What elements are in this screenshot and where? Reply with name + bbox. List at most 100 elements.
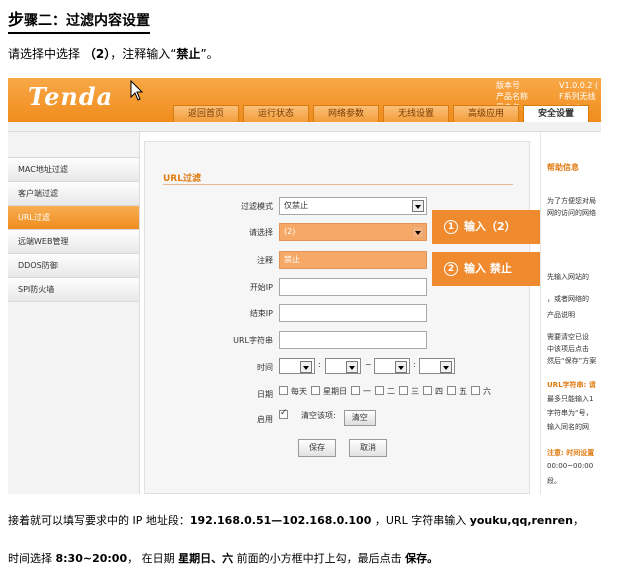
tab-home[interactable]: 返回首页 <box>173 105 239 123</box>
start-ip-input[interactable] <box>279 278 427 296</box>
chevron-down-icon <box>412 226 424 238</box>
start-minute-select[interactable] <box>325 358 361 374</box>
checkbox-monday[interactable] <box>351 386 360 395</box>
tenda-logo: Tenda <box>28 82 114 111</box>
checkbox-saturday[interactable] <box>471 386 480 395</box>
sidebar-item-remote-web[interactable]: 远端WEB管理 <box>8 230 139 254</box>
checkbox-everyday[interactable] <box>279 386 288 395</box>
help-line: ，或者网络的 <box>547 295 589 303</box>
help-line: URL字符串: 请 <box>547 381 596 389</box>
save-button[interactable]: 保存 <box>298 439 336 457</box>
checkbox-tuesday[interactable] <box>375 386 384 395</box>
step-title-first-char: 步 <box>8 10 25 29</box>
sidebar-item-client-filter[interactable]: 客户端过滤 <box>8 182 139 206</box>
row-end-ip: 结束IP <box>145 304 531 324</box>
step-title-rest: 骤二：过滤内容设置 <box>24 13 151 29</box>
day-label-everyday: 每天 <box>291 387 307 396</box>
sidebar-item-spi-firewall[interactable]: SPI防火墙 <box>8 278 139 302</box>
clear-button[interactable]: 清空 <box>343 410 376 426</box>
checkbox-thursday[interactable] <box>423 386 432 395</box>
day-label-tuesday: 二 <box>387 387 395 396</box>
help-line: 网的访问的网络 <box>547 209 596 217</box>
select-label: 请选择 <box>249 228 273 237</box>
line2-mid: ， 在日期 <box>127 552 179 565</box>
end-hour-select[interactable] <box>374 358 410 374</box>
help-line: 最多只能输入1 <box>547 395 594 403</box>
bottom-instruction-line-1: 接着就可以填写要求中的 IP 地址段：192.168.0.51—102.168.… <box>8 512 584 528</box>
callout-number-2: 2 <box>444 262 458 276</box>
help-line: 00:00~00:00 <box>547 462 594 470</box>
day-label-wednesday: 三 <box>411 387 419 396</box>
instruction-bold-note: 禁止 <box>176 47 201 61</box>
sidebar-item-mac-filter[interactable]: MAC地址过滤 <box>8 158 139 182</box>
tab-security[interactable]: 安全设置 <box>523 105 589 123</box>
help-panel: 帮助信息 为了方便您对局 网的访问的网络 先输入网站的 ，或者网络的 产品说明 … <box>540 132 601 494</box>
line2-days: 星期日、六 <box>178 552 234 565</box>
enable-controls: 清空该项: 清空 <box>279 408 376 426</box>
tab-wireless[interactable]: 无线设置 <box>383 105 449 123</box>
nav-strip <box>8 122 601 132</box>
day-label-friday: 五 <box>459 387 467 396</box>
callout-number-1: 1 <box>444 220 458 234</box>
help-line: 先输入网站的 <box>547 273 589 281</box>
time-tilde: ~ <box>365 360 372 369</box>
url-string-label: URL字符串 <box>233 336 273 345</box>
help-line: 输入同名的网 <box>547 423 589 431</box>
row-time: 时间 : ~ : <box>145 358 531 378</box>
help-line: 中该项后点击 <box>547 345 589 353</box>
panel-title-divider <box>163 184 513 185</box>
day-label-sunday: 星期日 <box>323 387 347 396</box>
line2-pre: 时间选择 <box>8 552 56 565</box>
chevron-down-icon <box>440 361 452 373</box>
filter-mode-select[interactable]: 仅禁止 <box>279 197 427 215</box>
time-colon-2: : <box>413 360 416 369</box>
checkbox-friday[interactable] <box>447 386 456 395</box>
instruction-text: 请选择中选择 （2），注释输入“禁止”。 <box>8 45 219 62</box>
rule-select[interactable]: (2) <box>279 223 427 241</box>
day-label-monday: 一 <box>363 387 371 396</box>
line1-ip-range: 192.168.0.51—102.168.0.100 <box>189 514 372 527</box>
chevron-down-icon <box>395 361 407 373</box>
instruction-bold-select: （2） <box>83 47 111 61</box>
info-value-version: V1.0.0.2 ( <box>559 81 599 90</box>
info-label-version: 版本号 <box>496 81 520 90</box>
instruction-pre: 请选择中选择 <box>8 47 81 61</box>
info-label-product: 产品名称 <box>496 92 528 101</box>
cancel-button[interactable]: 取消 <box>349 439 387 457</box>
sidebar-spacer <box>8 132 139 158</box>
router-tabs: 返回首页 运行状态 网络参数 无线设置 高级应用 安全设置 <box>173 105 589 123</box>
sidebar-item-url-filter[interactable]: URL过滤 <box>8 206 139 230</box>
line2-time: 8:30~20:00 <box>55 552 128 565</box>
help-line: 段。 <box>547 477 561 485</box>
day-label-thursday: 四 <box>435 387 443 396</box>
tab-network[interactable]: 网络参数 <box>313 105 379 123</box>
end-ip-input[interactable] <box>279 304 427 322</box>
end-ip-label: 结束IP <box>249 309 273 318</box>
start-hour-select[interactable] <box>279 358 315 374</box>
date-label: 日期 <box>257 390 273 399</box>
checkbox-sunday[interactable] <box>311 386 320 395</box>
instruction-mid: ，注释输入“ <box>110 47 177 61</box>
enable-label: 启用 <box>257 415 273 424</box>
tab-advanced[interactable]: 高级应用 <box>453 105 519 123</box>
line1-post: ， <box>572 514 584 527</box>
panel-title: URL过滤 <box>163 174 201 184</box>
row-enable: 启用 清空该项: 清空 <box>145 408 531 430</box>
help-line: 产品说明 <box>547 311 575 319</box>
enable-checkbox[interactable] <box>279 408 288 419</box>
url-string-input[interactable] <box>279 331 427 349</box>
end-minute-select[interactable] <box>419 358 455 374</box>
day-checkboxes: 每天 星期日 一 二 三 四 五 六 <box>279 386 493 397</box>
note-label: 注释 <box>257 256 273 265</box>
instruction-post: ”。 <box>200 47 219 61</box>
sidebar: MAC地址过滤 客户端过滤 URL过滤 远端WEB管理 DDOS防御 SPI防火… <box>8 132 140 494</box>
note-input[interactable]: 禁止 <box>279 251 427 269</box>
rule-select-value: (2) <box>284 227 296 236</box>
sidebar-item-ddos[interactable]: DDOS防御 <box>8 254 139 278</box>
bottom-instruction-line-2: 时间选择 8:30~20:00， 在日期 星期日、六 前面的小方框中打上勾，最后… <box>8 550 438 566</box>
tab-status[interactable]: 运行状态 <box>243 105 309 123</box>
help-line: 需要清空已设 <box>547 333 589 341</box>
help-line: 为了方便您对局 <box>547 197 596 205</box>
callout-text-2: 输入 禁止 <box>464 262 512 275</box>
checkbox-wednesday[interactable] <box>399 386 408 395</box>
